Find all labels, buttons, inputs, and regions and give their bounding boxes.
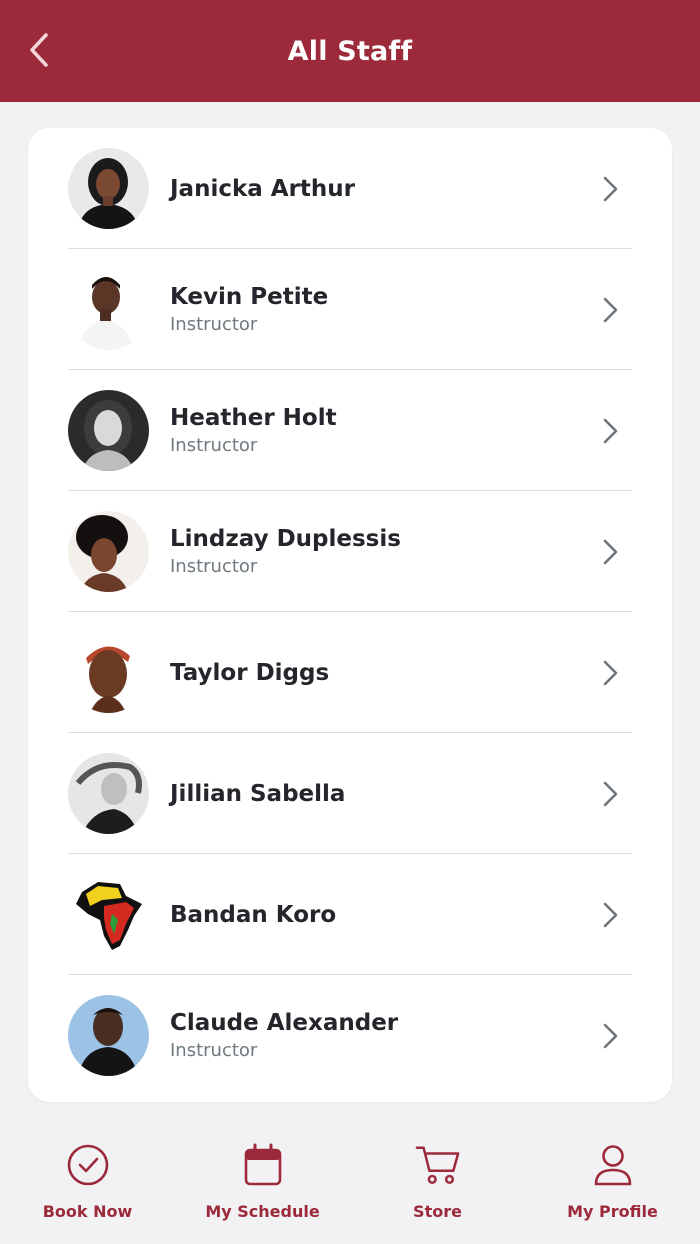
avatar bbox=[68, 390, 149, 471]
staff-name: Claude Alexander bbox=[170, 1009, 399, 1036]
nav-my-profile[interactable]: My Profile bbox=[525, 1142, 700, 1242]
staff-role: Instructor bbox=[170, 1039, 258, 1061]
nav-label: My Profile bbox=[567, 1202, 658, 1221]
staff-name: Heather Holt bbox=[170, 404, 337, 431]
africa-logo bbox=[68, 874, 149, 955]
staff-role: Instructor bbox=[170, 555, 258, 577]
avatar bbox=[68, 148, 149, 229]
nav-label: Book Now bbox=[42, 1202, 133, 1221]
staff-row-kevin-petite[interactable]: Kevin Petite Instructor bbox=[68, 249, 632, 370]
chevron-right-icon bbox=[603, 1023, 618, 1049]
calendar-icon bbox=[244, 1143, 281, 1186]
staff-list: Janicka Arthur Kevin Petite Instructor H… bbox=[28, 128, 672, 1102]
cart-icon bbox=[415, 1146, 459, 1184]
page-title: All Staff bbox=[287, 35, 413, 67]
bottom-nav: Book Now My Schedule Store My Profile bbox=[0, 1124, 700, 1244]
check-circle-icon bbox=[67, 1144, 108, 1186]
staff-name: Taylor Diggs bbox=[170, 659, 330, 686]
nav-label: My Schedule bbox=[205, 1202, 320, 1221]
nav-book-now[interactable]: Book Now bbox=[0, 1142, 175, 1242]
chevron-right-icon bbox=[603, 418, 618, 444]
chevron-right-icon bbox=[603, 176, 618, 202]
avatar bbox=[68, 511, 149, 592]
top-app-bar: All Staff bbox=[0, 0, 700, 102]
staff-row-lindzay-duplessis[interactable]: Lindzay Duplessis Instructor bbox=[68, 491, 632, 612]
chevron-right-icon bbox=[603, 539, 618, 565]
staff-name: Bandan Koro bbox=[170, 901, 337, 928]
staff-row-taylor-diggs[interactable]: Taylor Diggs bbox=[68, 612, 632, 733]
staff-name: Lindzay Duplessis bbox=[170, 525, 401, 552]
avatar bbox=[68, 753, 149, 834]
chevron-right-icon bbox=[603, 660, 618, 686]
staff-row-jillian-sabella[interactable]: Jillian Sabella bbox=[68, 733, 632, 854]
avatar bbox=[68, 995, 149, 1076]
chevron-right-icon bbox=[603, 781, 618, 807]
staff-row-heather-holt[interactable]: Heather Holt Instructor bbox=[68, 370, 632, 491]
avatar bbox=[68, 269, 149, 350]
avatar bbox=[68, 632, 149, 713]
chevron-right-icon bbox=[603, 902, 618, 928]
staff-row-janicka-arthur[interactable]: Janicka Arthur bbox=[68, 128, 632, 249]
chevron-right-icon bbox=[603, 297, 618, 323]
user-icon bbox=[594, 1145, 631, 1186]
staff-name: Kevin Petite bbox=[170, 283, 329, 310]
staff-name: Janicka Arthur bbox=[170, 175, 356, 202]
staff-name: Jillian Sabella bbox=[170, 780, 346, 807]
staff-role: Instructor bbox=[170, 313, 258, 335]
staff-role: Instructor bbox=[170, 434, 258, 456]
nav-my-schedule[interactable]: My Schedule bbox=[175, 1142, 350, 1242]
nav-label: Store bbox=[413, 1202, 462, 1221]
nav-store[interactable]: Store bbox=[350, 1142, 525, 1242]
staff-row-bandan-koro[interactable]: Bandan Koro bbox=[68, 854, 632, 975]
staff-row-claude-alexander[interactable]: Claude Alexander Instructor bbox=[68, 975, 632, 1096]
